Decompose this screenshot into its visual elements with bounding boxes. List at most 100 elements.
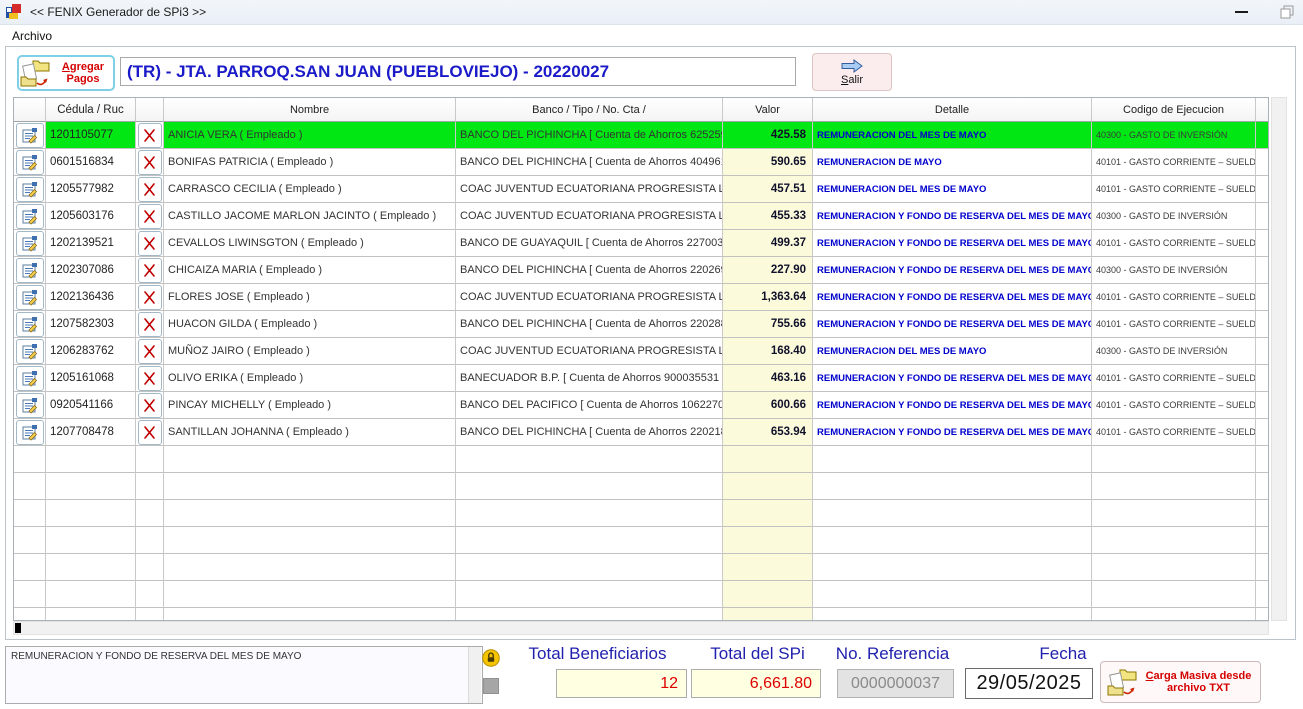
extra-cell: [1256, 311, 1268, 338]
nombre-cell: CHICAIZA MARIA ( Empleado ): [164, 257, 456, 284]
table-row[interactable]: 1202136436 FLORES JOSE ( Empleado ) COAC…: [14, 284, 1268, 311]
table-row[interactable]: 0601516834 BONIFAS PATRICIA ( Empleado )…: [14, 149, 1268, 176]
detalle-cell: REMUNERACION DEL MES DE MAYO: [813, 176, 1092, 203]
edit-row-button[interactable]: [16, 177, 44, 202]
codigo-cell: 40101 - GASTO CORRIENTE – SUELDOS: [1092, 365, 1256, 392]
edit-row-button[interactable]: [16, 312, 44, 337]
detalle-cell: [813, 473, 1092, 500]
delete-row-button[interactable]: [138, 312, 162, 337]
salir-button[interactable]: Salir: [812, 53, 892, 91]
restore-button[interactable]: [1270, 0, 1303, 24]
valor-cell: [723, 473, 813, 500]
table-row[interactable]: 1205603176 CASTILLO JACOME MARLON JACINT…: [14, 203, 1268, 230]
detail-textarea[interactable]: REMUNERACION Y FONDO DE RESERVA DEL MES …: [5, 646, 483, 704]
valor-cell: [723, 554, 813, 581]
table-row[interactable]: 1205161068 OLIVO ERIKA ( Empleado ) BANE…: [14, 365, 1268, 392]
detalle-cell: REMUNERACION Y FONDO DE RESERVA DEL MES …: [813, 257, 1092, 284]
table-row[interactable]: 1206283762 MUÑOZ JAIRO ( Empleado ) COAC…: [14, 338, 1268, 365]
table-row[interactable]: 1205577982 CARRASCO CECILIA ( Empleado )…: [14, 176, 1268, 203]
detail-scrollbar[interactable]: [468, 647, 481, 703]
edit-cell: [14, 149, 46, 176]
edit-cell: [14, 392, 46, 419]
extra-cell: [1256, 230, 1268, 257]
delete-x-icon: [142, 155, 157, 170]
column-header-valor: Valor: [723, 98, 813, 122]
delete-row-button[interactable]: [138, 258, 162, 283]
vertical-scrollbar[interactable]: [1271, 97, 1287, 621]
valor-cell: [723, 581, 813, 608]
delete-row-button[interactable]: [138, 150, 162, 175]
cedula-cell: 1202307086: [46, 257, 136, 284]
codigo-cell: [1092, 608, 1256, 621]
delete-row-button[interactable]: [138, 231, 162, 256]
delete-row-button[interactable]: [138, 366, 162, 391]
horizontal-scrollbar-thumb[interactable]: [15, 623, 21, 633]
edit-row-button[interactable]: [16, 420, 44, 445]
edit-cell: [14, 473, 46, 500]
edit-row-button[interactable]: [16, 393, 44, 418]
delete-cell: [136, 608, 164, 621]
delete-row-button[interactable]: [138, 123, 162, 148]
banco-cell: BANCO DEL PICHINCHA [ Cuenta de Ahorros …: [456, 419, 723, 446]
agregar-pagos-button[interactable]: Agregar Pagos: [17, 55, 115, 91]
edit-form-icon: [21, 127, 39, 144]
delete-row-button[interactable]: [138, 420, 162, 445]
edit-row-button[interactable]: [16, 339, 44, 364]
minimize-button[interactable]: [1224, 0, 1258, 24]
column-header-banco: Banco / Tipo / No. Cta /: [456, 98, 723, 122]
delete-row-button[interactable]: [138, 177, 162, 202]
fecha-field[interactable]: 29/05/2025: [965, 668, 1093, 699]
edit-cell: [14, 203, 46, 230]
nombre-cell: [164, 500, 456, 527]
menu-archivo[interactable]: Archivo: [8, 27, 56, 45]
nombre-cell: [164, 527, 456, 554]
table-row[interactable]: 1201105077 ANICIA VERA ( Empleado ) BANC…: [14, 122, 1268, 149]
extra-cell: [1256, 608, 1268, 621]
edit-row-button[interactable]: [16, 204, 44, 229]
edit-row-button[interactable]: [16, 285, 44, 310]
empty-table-row: [14, 473, 1268, 500]
nombre-cell: BONIFAS PATRICIA ( Empleado ): [164, 149, 456, 176]
edit-cell: [14, 500, 46, 527]
table-row[interactable]: 1207708478 SANTILLAN JOHANNA ( Empleado …: [14, 419, 1268, 446]
entity-title-field[interactable]: (TR) - JTA. PARROQ.SAN JUAN (PUEBLOVIEJO…: [120, 57, 796, 86]
nombre-cell: [164, 473, 456, 500]
horizontal-scrollbar[interactable]: [13, 621, 1269, 635]
edit-row-button[interactable]: [16, 231, 44, 256]
column-header-cedula: Cédula / Ruc: [46, 98, 136, 122]
edit-row-button[interactable]: [16, 366, 44, 391]
valor-cell: 463.16: [723, 365, 813, 392]
table-row[interactable]: 0920541166 PINCAY MICHELLY ( Empleado ) …: [14, 392, 1268, 419]
edit-row-button[interactable]: [16, 258, 44, 283]
add-payments-icon: [19, 58, 53, 88]
agregar-pagos-label: Agregar Pagos: [53, 61, 113, 85]
detalle-cell: REMUNERACION DEL MES DE MAYO: [813, 338, 1092, 365]
table-row[interactable]: 1207582303 HUACON GILDA ( Empleado ) BAN…: [14, 311, 1268, 338]
table-row[interactable]: 1202139521 CEVALLOS LIWINSGTON ( Emplead…: [14, 230, 1268, 257]
edit-cell: [14, 608, 46, 621]
extra-cell: [1256, 419, 1268, 446]
edit-cell: [14, 230, 46, 257]
empty-table-row: [14, 554, 1268, 581]
column-header-codigo: Codigo de Ejecucion: [1092, 98, 1256, 122]
delete-x-icon: [142, 398, 157, 413]
delete-row-button[interactable]: [138, 339, 162, 364]
banco-cell: COAC JUVENTUD ECUATORIANA PROGRESISTA LT…: [456, 176, 723, 203]
table-row[interactable]: 1202307086 CHICAIZA MARIA ( Empleado ) B…: [14, 257, 1268, 284]
detalle-cell: [813, 581, 1092, 608]
lock-icon[interactable]: [482, 649, 500, 672]
delete-row-button[interactable]: [138, 393, 162, 418]
edit-row-button[interactable]: [16, 123, 44, 148]
delete-x-icon: [142, 128, 157, 143]
cedula-cell: [46, 500, 136, 527]
delete-row-button[interactable]: [138, 285, 162, 310]
gray-indicator-button[interactable]: [483, 678, 499, 694]
extra-cell: [1256, 473, 1268, 500]
edit-row-button[interactable]: [16, 150, 44, 175]
banco-cell: BANCO DEL PACIFICO [ Cuenta de Ahorros 1…: [456, 392, 723, 419]
delete-row-button[interactable]: [138, 204, 162, 229]
cedula-cell: 1205603176: [46, 203, 136, 230]
carga-masiva-button[interactable]: Carga Masiva desde archivo TXT: [1100, 661, 1261, 703]
nombre-cell: [164, 446, 456, 473]
detalle-cell: REMUNERACION Y FONDO DE RESERVA DEL MES …: [813, 419, 1092, 446]
